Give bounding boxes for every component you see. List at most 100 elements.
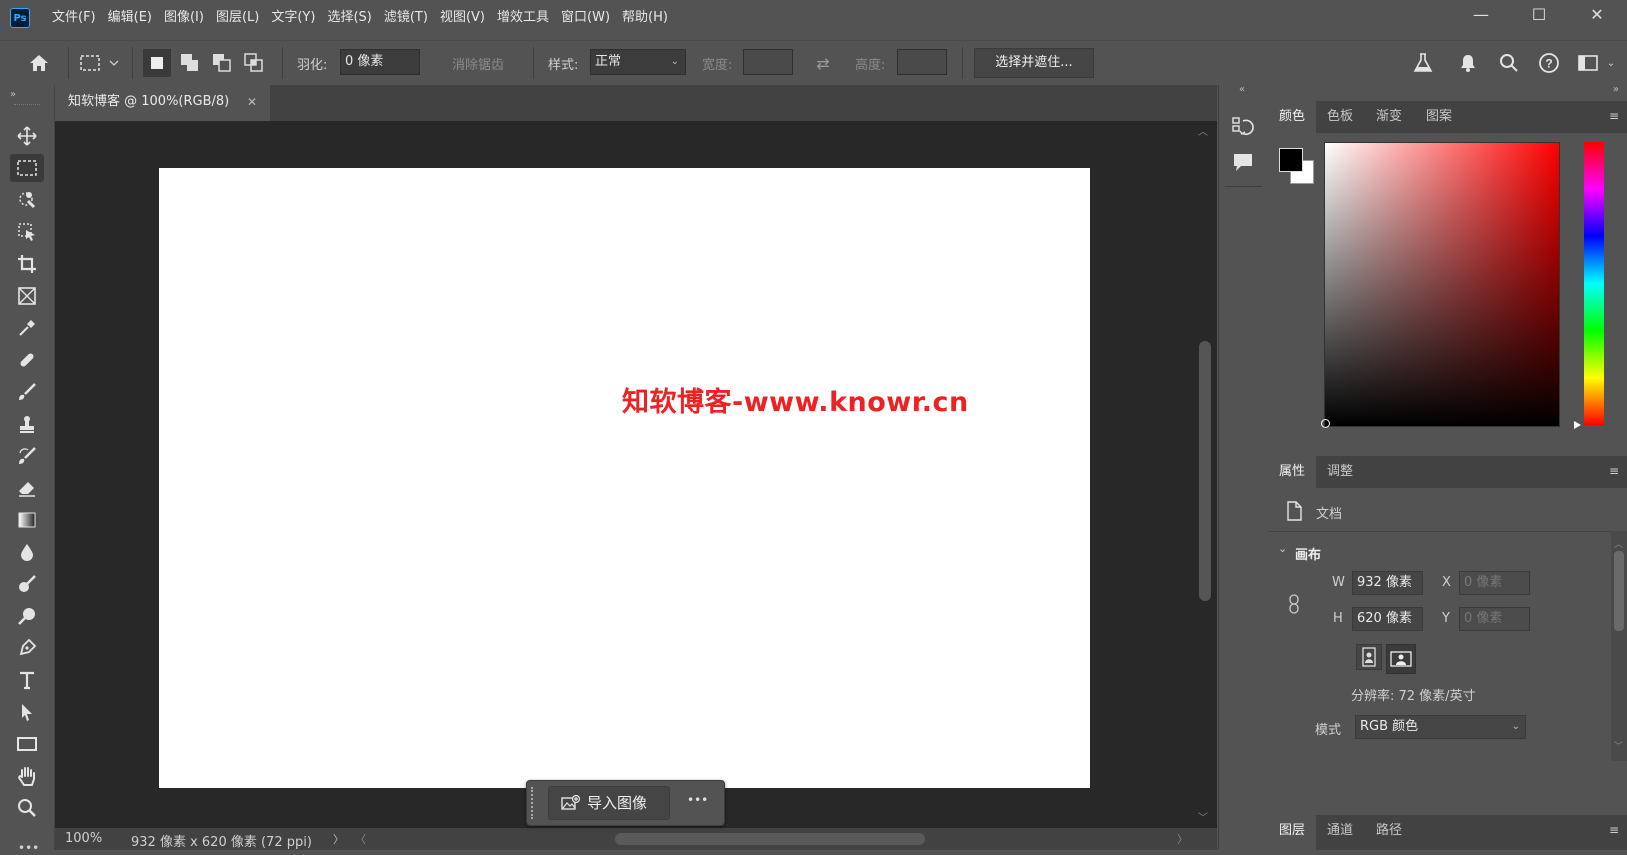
- home-icon[interactable]: [24, 51, 54, 75]
- collapse-icon[interactable]: «: [1239, 84, 1245, 95]
- type-tool-icon[interactable]: [10, 666, 44, 694]
- intersect-selection-icon[interactable]: [240, 49, 268, 77]
- panel-menu-icon[interactable]: ≡: [1609, 109, 1619, 123]
- clone-stamp-tool-icon[interactable]: [10, 410, 44, 438]
- scroll-right-icon[interactable]: 〉: [1177, 831, 1188, 847]
- collapse-toolbox-icon[interactable]: »: [10, 89, 16, 100]
- pen-tool-icon[interactable]: [10, 634, 44, 662]
- import-image-button[interactable]: 导入图像: [548, 786, 670, 820]
- menu-window[interactable]: 窗口(W): [555, 0, 616, 36]
- scroll-down-icon[interactable]: ﹀: [1198, 809, 1208, 824]
- close-tab-icon[interactable]: ✕: [247, 85, 257, 119]
- hand-tool-icon[interactable]: [10, 762, 44, 790]
- menu-image[interactable]: 图像(I): [158, 0, 210, 36]
- menu-view[interactable]: 视图(V): [434, 0, 491, 36]
- canvas-height-field[interactable]: 620 像素: [1352, 607, 1423, 631]
- canvas[interactable]: 知软博客-www.knowr.cn: [159, 168, 1090, 788]
- color-picker-cursor[interactable]: [1321, 419, 1330, 428]
- history-brush-tool-icon[interactable]: [10, 442, 44, 470]
- tab-paths[interactable]: 路径: [1364, 815, 1414, 847]
- chevron-down-icon[interactable]: ⌄: [1604, 55, 1618, 71]
- more-options-icon[interactable]: •••: [687, 793, 708, 807]
- move-tool-icon[interactable]: [10, 122, 44, 150]
- comments-panel-icon[interactable]: [1231, 151, 1255, 177]
- hue-slider[interactable]: [1584, 142, 1604, 425]
- menu-type[interactable]: 文字(Y): [265, 0, 321, 36]
- rectangle-tool-icon[interactable]: [10, 730, 44, 758]
- canvas-width-field[interactable]: 932 像素: [1352, 571, 1423, 595]
- path-selection-tool-icon[interactable]: [10, 698, 44, 726]
- document-info[interactable]: 932 像素 x 620 像素 (72 ppi): [131, 831, 312, 850]
- tab-channels[interactable]: 通道: [1316, 815, 1364, 847]
- style-dropdown[interactable]: 正常 ⌄: [590, 49, 686, 75]
- color-picker-field[interactable]: [1321, 142, 1560, 428]
- chevron-right-icon[interactable]: 〉: [333, 831, 344, 847]
- color-mode-dropdown[interactable]: RGB 颜色 ⌄: [1355, 715, 1526, 739]
- scroll-down-icon[interactable]: ﹀: [1614, 739, 1623, 752]
- menu-filter[interactable]: 滤镜(T): [378, 0, 434, 36]
- eraser-tool-icon[interactable]: [10, 474, 44, 502]
- zoom-level[interactable]: 100%: [65, 831, 102, 846]
- foreground-color-swatch[interactable]: [1279, 148, 1303, 172]
- task-bar-grip[interactable]: [531, 787, 538, 819]
- bell-icon[interactable]: [1455, 50, 1481, 76]
- width-input[interactable]: [743, 49, 793, 75]
- zoom-tool-icon[interactable]: [10, 794, 44, 822]
- select-and-mask-button[interactable]: 选择并遮住...: [974, 48, 1094, 78]
- tab-properties[interactable]: 属性: [1268, 456, 1316, 488]
- close-window-button[interactable]: ✕: [1574, 0, 1620, 32]
- scroll-up-icon[interactable]: ︿: [1614, 537, 1623, 550]
- scroll-left-icon[interactable]: 〈: [355, 831, 366, 847]
- new-selection-icon[interactable]: [143, 49, 171, 77]
- panel-menu-icon[interactable]: ≡: [1609, 823, 1619, 837]
- quick-selection-tool-icon[interactable]: [10, 186, 44, 214]
- flask-icon[interactable]: [1410, 50, 1436, 76]
- blur-tool-icon[interactable]: [10, 538, 44, 566]
- tab-color[interactable]: 颜色: [1268, 101, 1316, 133]
- tab-patterns[interactable]: 图案: [1414, 101, 1464, 133]
- more-tools-icon[interactable]: •••: [18, 841, 39, 855]
- toolbox-grip[interactable]: [14, 104, 40, 107]
- hue-slider-handle[interactable]: [1574, 421, 1581, 429]
- collapse-panels-icon[interactable]: »: [1613, 84, 1619, 95]
- rect-marquee-tool-icon[interactable]: [10, 154, 44, 182]
- vertical-scrollbar[interactable]: ︿ ﹀: [1192, 121, 1217, 828]
- y-field[interactable]: 0 像素: [1459, 607, 1530, 631]
- workspace-icon[interactable]: [1574, 50, 1604, 76]
- crop-tool-icon[interactable]: [10, 250, 44, 278]
- gradient-tool-icon[interactable]: [10, 506, 44, 534]
- help-icon[interactable]: ?: [1536, 50, 1562, 76]
- menu-plugins[interactable]: 增效工具: [491, 0, 555, 36]
- add-selection-icon[interactable]: [176, 49, 204, 77]
- link-icon[interactable]: [1288, 594, 1300, 618]
- brush-tool-icon[interactable]: [10, 378, 44, 406]
- feather-input[interactable]: 0 像素: [340, 49, 420, 75]
- properties-scroll-thumb[interactable]: [1614, 551, 1624, 631]
- landscape-orientation-icon[interactable]: [1386, 644, 1416, 674]
- tab-layers[interactable]: 图层: [1268, 815, 1316, 850]
- search-icon[interactable]: [1496, 50, 1522, 76]
- scroll-up-icon[interactable]: ︿: [1198, 123, 1208, 138]
- menu-select[interactable]: 选择(S): [321, 0, 377, 36]
- canvas-section-title[interactable]: 画布: [1295, 544, 1321, 563]
- height-input[interactable]: [897, 49, 947, 75]
- panel-menu-icon[interactable]: ≡: [1609, 464, 1619, 478]
- swap-icon[interactable]: ⇄: [810, 53, 836, 73]
- rect-marquee-preset-icon[interactable]: [78, 51, 122, 75]
- vertical-scroll-thumb[interactable]: [1199, 341, 1211, 601]
- properties-scrollbar[interactable]: ︿ ﹀: [1611, 531, 1627, 761]
- healing-brush-tool-icon[interactable]: [10, 346, 44, 374]
- frame-tool-icon[interactable]: [10, 282, 44, 310]
- menu-edit[interactable]: 编辑(E): [102, 0, 158, 36]
- eyedropper-tool-icon[interactable]: [10, 314, 44, 342]
- chevron-down-icon[interactable]: ⌄: [1278, 542, 1287, 555]
- minimize-button[interactable]: —: [1458, 0, 1504, 32]
- tab-adjustments[interactable]: 调整: [1316, 456, 1364, 488]
- menu-file[interactable]: 文件(F): [46, 0, 102, 36]
- zoom-search-tool-icon[interactable]: [10, 602, 44, 630]
- x-field[interactable]: 0 像素: [1459, 571, 1530, 595]
- subtract-selection-icon[interactable]: [208, 49, 236, 77]
- tab-gradients[interactable]: 渐变: [1364, 101, 1414, 133]
- tab-swatches[interactable]: 色板: [1316, 101, 1364, 133]
- history-panel-icon[interactable]: [1231, 115, 1255, 143]
